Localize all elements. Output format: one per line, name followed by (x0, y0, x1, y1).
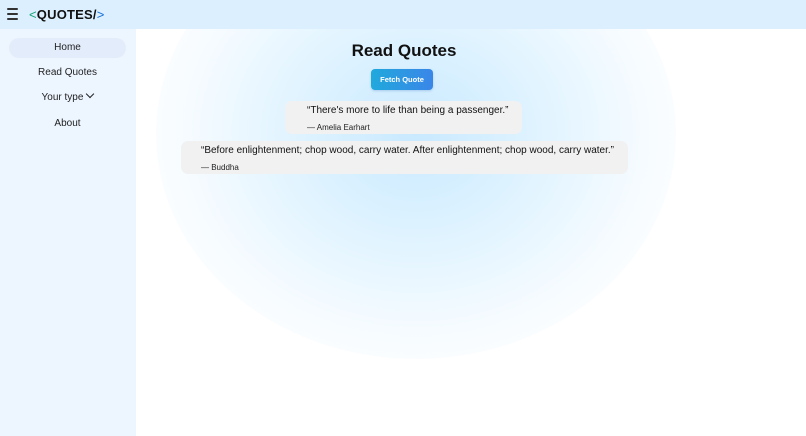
chevron-down-icon (86, 89, 95, 99)
sidebar-item-about[interactable]: About (9, 114, 126, 134)
sidebar: Home Read Quotes Your type About (0, 29, 136, 436)
sidebar-item-your-type[interactable]: Your type (9, 88, 126, 108)
main-content: Read Quotes Fetch Quote “There's more to… (136, 29, 806, 436)
fetch-quote-button[interactable]: Fetch Quote (371, 69, 433, 90)
top-bar: <QUOTES/> (0, 0, 806, 29)
logo-name: QUOTES/ (36, 7, 97, 22)
quote-card: “Before enlightenment; chop wood, carry … (181, 141, 628, 174)
hamburger-menu-icon[interactable] (7, 8, 18, 20)
logo-close-bracket: > (96, 7, 105, 22)
quote-text: “There's more to life than being a passe… (307, 105, 509, 116)
sidebar-item-label: Read Quotes (38, 67, 97, 78)
quote-author: — Buddha (201, 163, 239, 172)
app-logo[interactable]: <QUOTES/> (29, 6, 105, 23)
logo-open-bracket: < (29, 7, 37, 22)
sidebar-item-label: Your type (41, 92, 84, 103)
sidebar-item-home[interactable]: Home (9, 38, 126, 58)
sidebar-item-read-quotes[interactable]: Read Quotes (9, 63, 126, 83)
sidebar-item-label: About (54, 118, 81, 129)
quote-text: “Before enlightenment; chop wood, carry … (201, 145, 614, 156)
quote-card: “There's more to life than being a passe… (285, 101, 522, 134)
page-title: Read Quotes (351, 41, 457, 60)
sidebar-item-label: Home (54, 42, 81, 53)
quote-author: — Amelia Earhart (307, 123, 370, 132)
